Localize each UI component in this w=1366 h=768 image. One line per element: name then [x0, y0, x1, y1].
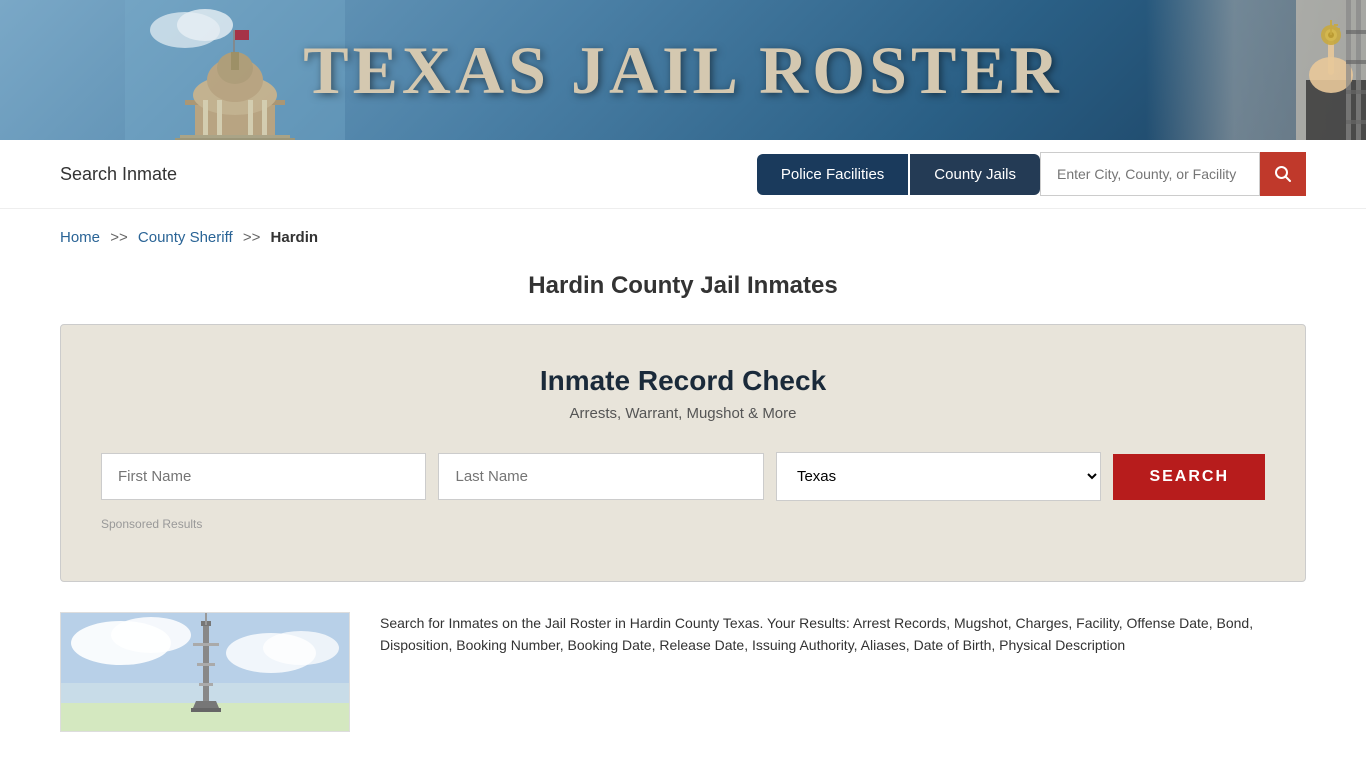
record-search-button[interactable]: SEARCH: [1113, 454, 1265, 500]
police-facilities-button[interactable]: Police Facilities: [757, 154, 908, 195]
record-check-title: Inmate Record Check: [101, 365, 1265, 397]
nav-bar: Search Inmate Police Facilities County J…: [0, 140, 1366, 209]
page-title: Hardin County Jail Inmates: [0, 256, 1366, 324]
search-inmate-label: Search Inmate: [60, 164, 177, 185]
bottom-section: Search for Inmates on the Jail Roster in…: [0, 612, 1366, 732]
header-banner: Texas Jail Roster: [0, 0, 1366, 140]
facility-search-button[interactable]: [1260, 152, 1306, 196]
record-check-subtitle: Arrests, Warrant, Mugshot & More: [101, 405, 1265, 422]
breadcrumb-home[interactable]: Home: [60, 229, 100, 246]
last-name-input[interactable]: [438, 453, 763, 500]
tower-image: [60, 612, 350, 732]
banner-title: Texas Jail Roster: [303, 31, 1063, 110]
first-name-input[interactable]: [101, 453, 426, 500]
breadcrumb-current: Hardin: [271, 229, 319, 246]
breadcrumb-sep2: >>: [243, 229, 261, 246]
hand-keys-image: [1146, 0, 1366, 140]
facility-search-input[interactable]: [1040, 152, 1260, 196]
search-icon: [1274, 165, 1292, 183]
state-select[interactable]: AlabamaAlaskaArizonaArkansasCaliforniaCo…: [776, 452, 1101, 501]
sky-image: [61, 613, 350, 732]
nav-right: Police Facilities County Jails: [757, 152, 1306, 196]
record-check-form: AlabamaAlaskaArizonaArkansasCaliforniaCo…: [101, 452, 1265, 501]
sponsored-label: Sponsored Results: [101, 517, 1265, 531]
breadcrumb: Home >> County Sheriff >> Hardin: [0, 209, 1366, 256]
county-jails-button[interactable]: County Jails: [910, 154, 1040, 195]
bottom-description: Search for Inmates on the Jail Roster in…: [380, 612, 1306, 657]
breadcrumb-county-sheriff[interactable]: County Sheriff: [138, 229, 233, 246]
breadcrumb-sep1: >>: [110, 229, 128, 246]
record-check-box: Inmate Record Check Arrests, Warrant, Mu…: [60, 324, 1306, 582]
